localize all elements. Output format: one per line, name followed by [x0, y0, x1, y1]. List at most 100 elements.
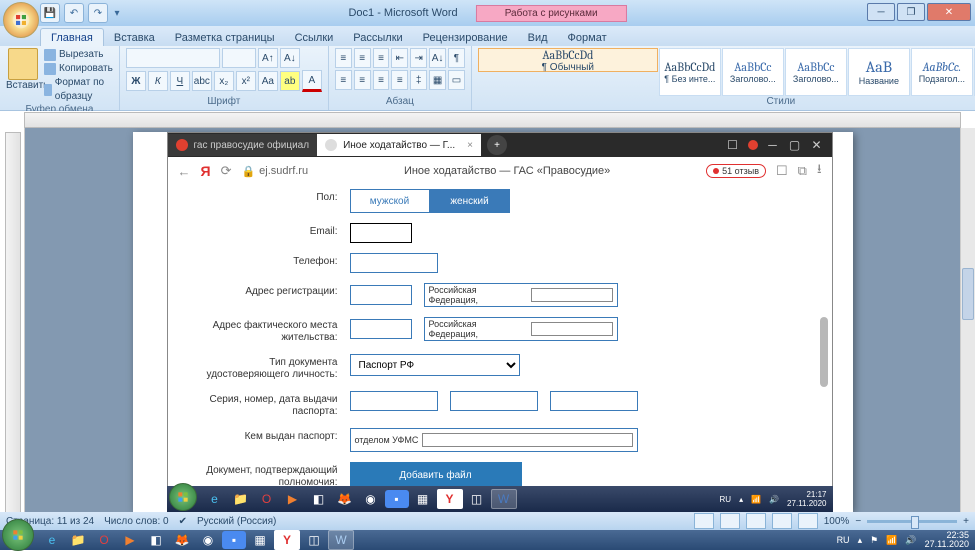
phone-input[interactable] — [350, 253, 438, 273]
new-tab-button[interactable]: + — [487, 135, 507, 155]
show-marks-button[interactable]: ¶ — [448, 48, 465, 68]
taskbar-explorer-icon[interactable]: 📁 — [229, 490, 253, 508]
view-draft-button[interactable] — [798, 513, 818, 529]
word-scrollbar[interactable] — [960, 128, 975, 512]
start-button[interactable] — [2, 519, 34, 551]
taskbar-chrome-icon[interactable]: ◉ — [359, 490, 383, 508]
inner-tray-flag-icon[interactable]: ▴ — [739, 495, 743, 504]
justify-button[interactable]: ≡ — [391, 70, 408, 90]
zoom-out-button[interactable]: − — [855, 516, 861, 527]
style-subtitle[interactable]: AaBbCc.Подзагол... — [911, 48, 973, 96]
align-left-button[interactable]: ≡ — [335, 70, 352, 90]
style-heading2[interactable]: AaBbCcЗаголово... — [785, 48, 847, 96]
qat-save-icon[interactable]: 💾 — [40, 3, 60, 23]
grow-font-button[interactable]: A↑ — [258, 48, 278, 68]
passport-series-input[interactable] — [350, 391, 438, 411]
line-spacing-button[interactable]: ‡ — [410, 70, 427, 90]
tab-review[interactable]: Рецензирование — [413, 29, 518, 46]
borders-button[interactable]: ▭ — [448, 70, 465, 90]
sort-button[interactable]: A↓ — [429, 48, 446, 68]
tab-page-layout[interactable]: Разметка страницы — [165, 29, 285, 46]
indent-inc-button[interactable]: ⇥ — [410, 48, 427, 68]
tab-insert[interactable]: Вставка — [104, 29, 165, 46]
tray-network-icon[interactable]: 📶 — [886, 535, 897, 546]
browser-maximize-button[interactable]: ▢ — [788, 138, 802, 152]
status-language[interactable]: Русский (Россия) — [197, 516, 276, 527]
outer-taskbar-zoom-icon[interactable]: ▪ — [222, 531, 246, 549]
downloads-icon[interactable]: ⭳ — [817, 160, 822, 182]
tab-references[interactable]: Ссылки — [285, 29, 344, 46]
outer-taskbar-firefox-icon[interactable]: 🦊 — [170, 531, 194, 549]
browser-back-button[interactable]: ← — [178, 164, 191, 179]
tray-volume-icon[interactable]: 🔊 — [905, 535, 916, 546]
indent-dec-button[interactable]: ⇤ — [391, 48, 408, 68]
tab-home[interactable]: Главная — [40, 28, 104, 46]
browser-close-button[interactable]: ✕ — [810, 138, 824, 152]
tab-format[interactable]: Формат — [558, 29, 617, 46]
gender-male-button[interactable]: мужской — [350, 189, 430, 213]
tab-view[interactable]: Вид — [518, 29, 558, 46]
taskbar-firefox-icon[interactable]: 🦊 — [333, 490, 357, 508]
outer-taskbar-app3-icon[interactable]: ◫ — [302, 531, 326, 549]
office-button[interactable] — [3, 2, 39, 38]
inner-start-button[interactable] — [169, 483, 197, 511]
outer-taskbar-ie-icon[interactable]: e — [40, 531, 64, 549]
passport-issued-input[interactable]: отделом УФМС — [350, 428, 638, 452]
qat-more-icon[interactable]: ▾ — [112, 4, 122, 22]
qat-undo-icon[interactable]: ↶ — [64, 3, 84, 23]
view-outline-button[interactable] — [772, 513, 792, 529]
status-spellcheck-icon[interactable]: ✔ — [179, 516, 187, 527]
cut-button[interactable]: Вырезать — [44, 48, 113, 62]
outer-taskbar-app-icon[interactable]: ◧ — [144, 531, 168, 549]
copy-button[interactable]: Копировать — [44, 62, 113, 76]
taskbar-yandex-icon[interactable]: Y — [437, 489, 463, 509]
vertical-ruler[interactable] — [0, 128, 25, 512]
view-print-layout-button[interactable] — [694, 513, 714, 529]
tab-close-icon[interactable]: × — [467, 140, 473, 151]
taskbar-opera-icon[interactable]: O — [255, 490, 279, 508]
reg-address-country-input[interactable]: Российская Федерация, — [424, 283, 618, 307]
zoom-in-button[interactable]: + — [963, 516, 969, 527]
browser-reload-button[interactable]: ⟳ — [221, 163, 232, 179]
style-title[interactable]: AaBНазвание — [848, 48, 910, 96]
window-close-button[interactable]: ✕ — [927, 3, 971, 21]
browser-notif-icon[interactable]: ☐ — [726, 138, 740, 152]
browser-account-icon[interactable] — [748, 140, 758, 150]
highlight-button[interactable]: ab — [280, 71, 300, 91]
paste-button[interactable]: Вставить — [6, 48, 40, 104]
font-color-button[interactable]: A — [302, 70, 322, 92]
scrollbar-thumb[interactable] — [962, 268, 974, 320]
tray-lang[interactable]: RU — [837, 535, 850, 545]
zoom-level[interactable]: 100% — [824, 516, 850, 527]
outer-taskbar-app2-icon[interactable]: ▦ — [248, 531, 272, 549]
reviews-badge[interactable]: 51 отзыв — [706, 164, 766, 178]
taskbar-word-icon[interactable]: W — [491, 489, 517, 509]
browser-minimize-button[interactable]: ─ — [766, 138, 780, 152]
extensions-icon[interactable]: ⧉ — [798, 163, 807, 179]
reg-address-short-input[interactable] — [350, 285, 412, 305]
italic-button[interactable]: К — [148, 71, 168, 91]
shrink-font-button[interactable]: A↓ — [280, 48, 300, 68]
add-file-button[interactable]: Добавить файл — [350, 462, 522, 488]
taskbar-ie-icon[interactable]: e — [203, 490, 227, 508]
qat-redo-icon[interactable]: ↷ — [88, 3, 108, 23]
format-painter-button[interactable]: Формат по образцу — [44, 76, 113, 104]
bullets-button[interactable]: ≡ — [335, 48, 352, 68]
fact-address-country-input[interactable]: Российская Федерация, — [424, 317, 618, 341]
view-web-button[interactable] — [746, 513, 766, 529]
passport-date-input[interactable] — [550, 391, 638, 411]
browser-tab-inactive[interactable]: гас правосудие официал — [168, 134, 318, 156]
shading-button[interactable]: ▦ — [429, 70, 446, 90]
inner-tray-network-icon[interactable]: 📶 — [751, 495, 761, 504]
tray-up-icon[interactable]: ▴ — [858, 535, 863, 546]
outer-taskbar-word-icon[interactable]: W — [328, 530, 354, 550]
style-normal[interactable]: AaBbCcDd¶ Обычный — [478, 48, 658, 72]
status-words[interactable]: Число слов: 0 — [104, 516, 168, 527]
change-case-button[interactable]: Aa — [258, 71, 278, 91]
browser-scrollbar[interactable] — [820, 187, 830, 509]
yandex-logo-icon[interactable]: Я — [201, 163, 211, 179]
passport-number-input[interactable] — [450, 391, 538, 411]
font-name-combo[interactable] — [126, 48, 220, 68]
superscript-button[interactable]: x² — [236, 71, 256, 91]
outer-taskbar-opera-icon[interactable]: O — [92, 531, 116, 549]
